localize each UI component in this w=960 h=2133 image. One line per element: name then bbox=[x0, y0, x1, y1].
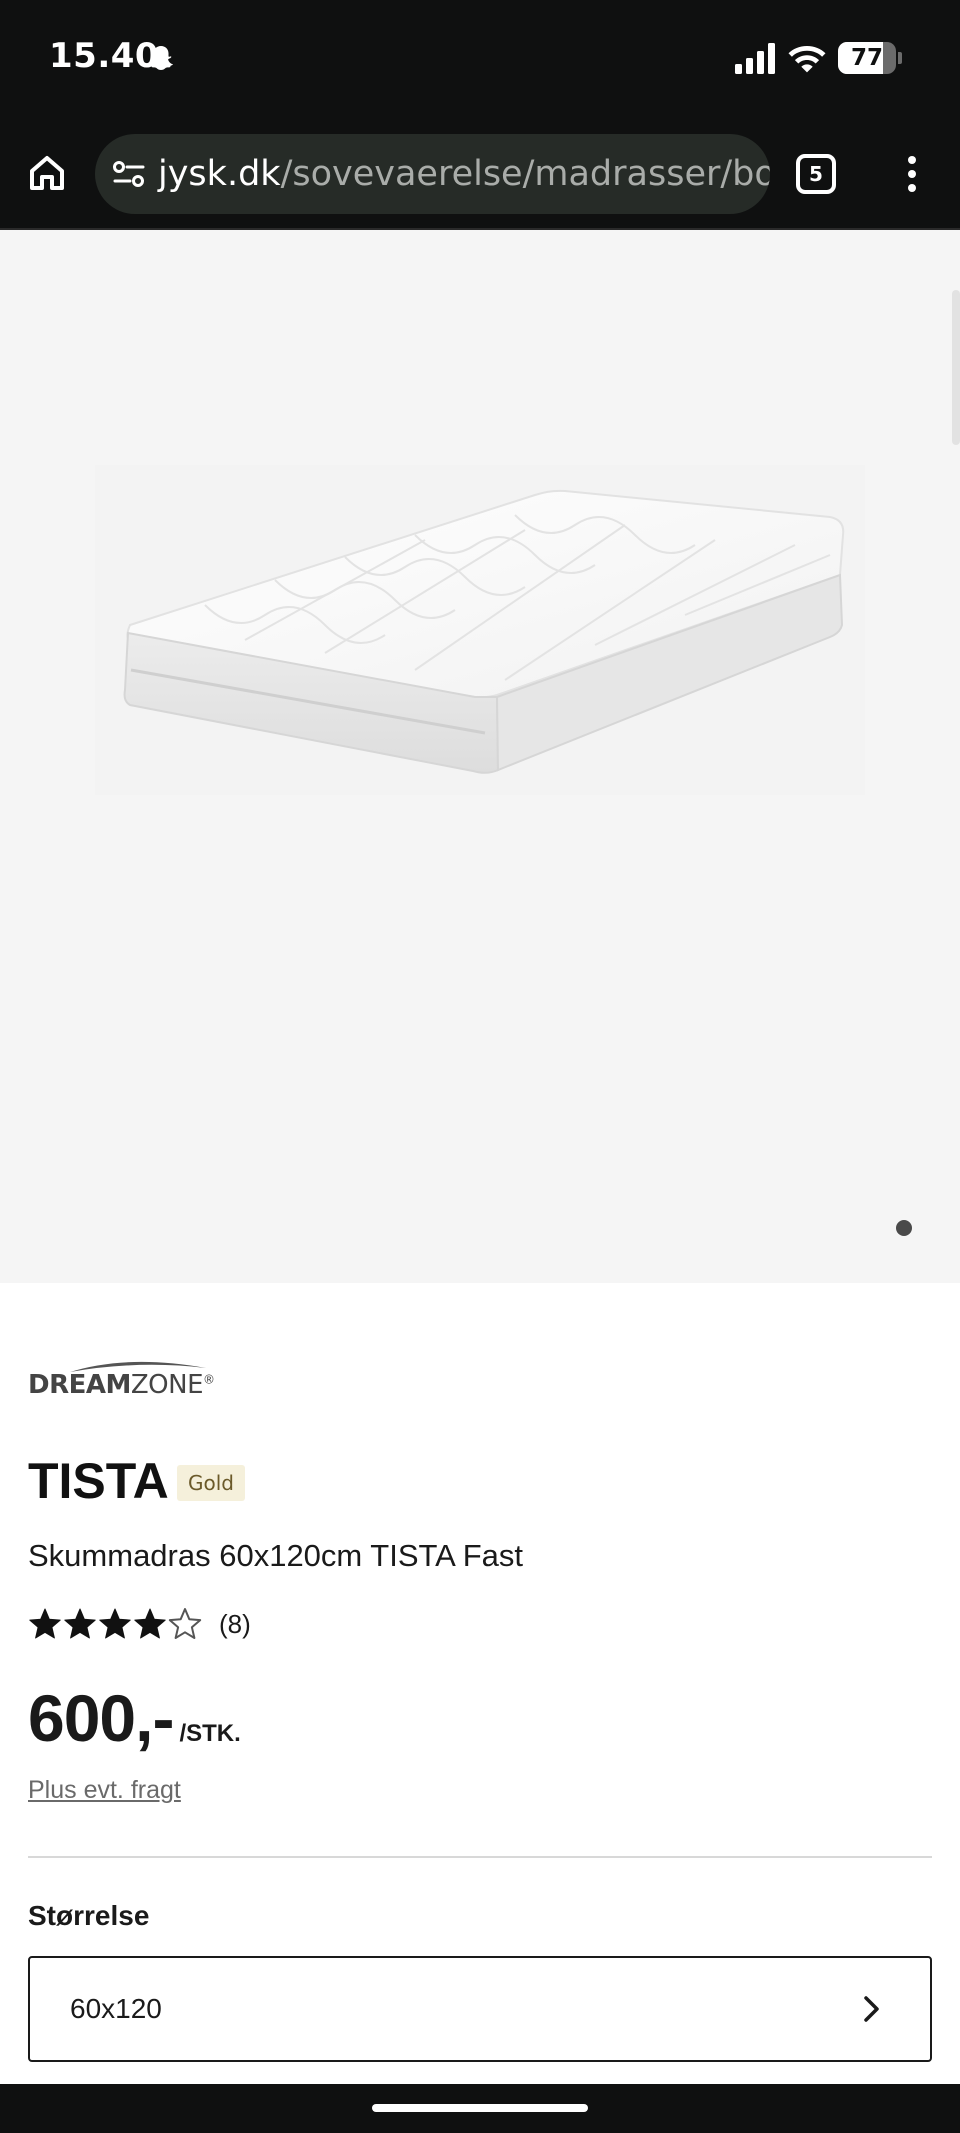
signal-icon bbox=[735, 43, 775, 74]
battery-icon: 77 bbox=[838, 42, 902, 74]
price-row: 600,- /STK. bbox=[28, 1680, 241, 1756]
brand-logo[interactable]: DREAMZONE® bbox=[28, 1358, 215, 1402]
site-settings-icon[interactable] bbox=[111, 156, 147, 192]
tabs-button[interactable]: 5 bbox=[796, 154, 836, 194]
more-menu-icon[interactable] bbox=[896, 152, 928, 196]
price-unit: /STK. bbox=[179, 1720, 241, 1747]
page-scrollbar[interactable] bbox=[952, 290, 960, 445]
product-title: TISTA bbox=[28, 1453, 169, 1509]
browser-toolbar: jysk.dk/sovevaerelse/madrasser/borne 5 bbox=[0, 118, 960, 230]
chevron-right-icon bbox=[864, 1996, 879, 2022]
gesture-nav-bar bbox=[0, 2084, 960, 2133]
product-gallery[interactable] bbox=[0, 230, 960, 1283]
tab-count: 5 bbox=[809, 162, 823, 186]
status-bar: 15.40 77 bbox=[0, 0, 960, 118]
product-image[interactable] bbox=[95, 465, 865, 795]
size-label: Størrelse bbox=[28, 1900, 150, 1931]
price-value: 600,- bbox=[28, 1681, 174, 1755]
battery-percent: 77 bbox=[850, 45, 883, 71]
star-filled-icon bbox=[64, 1608, 96, 1639]
divider bbox=[28, 1856, 932, 1858]
wifi-icon bbox=[788, 46, 826, 73]
snapchat-icon bbox=[149, 46, 173, 70]
selected-size: 60x120 bbox=[70, 1993, 162, 2024]
home-icon bbox=[30, 156, 64, 190]
star-filled-icon bbox=[29, 1608, 61, 1639]
gallery-page-indicator[interactable] bbox=[896, 1220, 912, 1236]
review-count[interactable]: (8) bbox=[219, 1609, 251, 1640]
address-bar[interactable]: jysk.dk/sovevaerelse/madrasser/borne bbox=[95, 134, 770, 214]
url-domain: jysk.dk bbox=[158, 154, 281, 194]
product-subtitle: Skummadras 60x120cm TISTA Fast bbox=[28, 1538, 524, 1573]
url-path: /sovevaerelse/madrasser/borne bbox=[280, 154, 770, 194]
star-filled-icon bbox=[99, 1608, 131, 1639]
url-text[interactable]: jysk.dk/sovevaerelse/madrasser/borne bbox=[158, 134, 770, 214]
home-gesture-handle[interactable] bbox=[372, 2104, 588, 2112]
brand-name: DREAMZONE® bbox=[28, 1370, 215, 1400]
size-selector[interactable]: 60x120 bbox=[28, 1956, 932, 2062]
rating-stars bbox=[28, 1607, 203, 1641]
home-button[interactable] bbox=[24, 150, 70, 196]
star-filled-icon bbox=[134, 1608, 166, 1639]
status-time: 15.40 bbox=[49, 36, 160, 76]
star-empty-icon bbox=[168, 1608, 202, 1639]
shipping-link[interactable]: Plus evt. fragt bbox=[28, 1776, 181, 1805]
quality-badge: Gold bbox=[177, 1465, 245, 1501]
product-rating[interactable]: (8) bbox=[28, 1607, 251, 1641]
